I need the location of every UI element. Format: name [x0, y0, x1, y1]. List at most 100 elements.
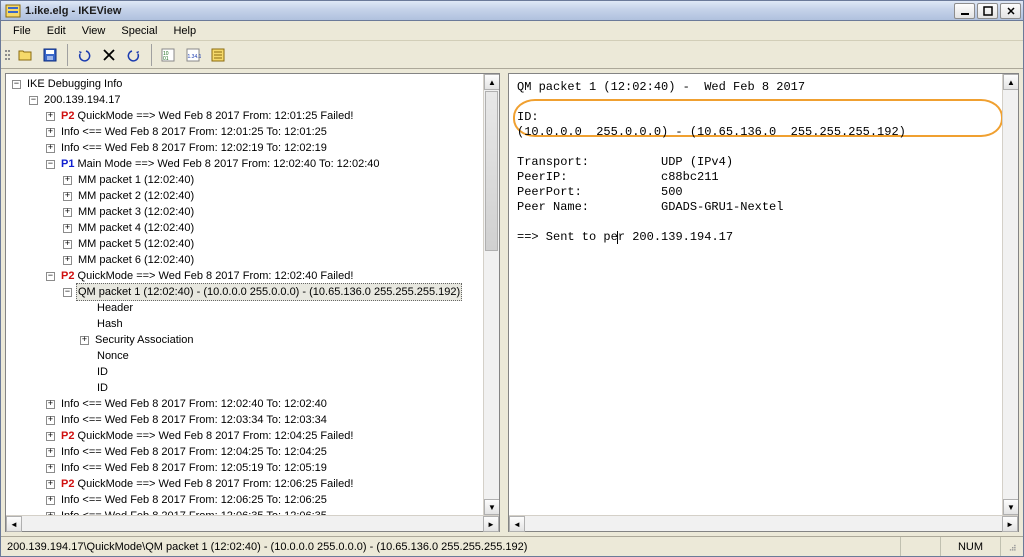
expand-icon[interactable]: +	[63, 208, 72, 217]
expand-icon[interactable]: +	[46, 144, 55, 153]
tree-item-label[interactable]: P1 Main Mode ==> Wed Feb 8 2017 From: 12…	[59, 156, 382, 172]
tree-item-label[interactable]: Security Association	[93, 332, 195, 348]
tree-item-label[interactable]: MM packet 1 (12:02:40)	[76, 172, 196, 188]
tree-row[interactable]: Nonce	[6, 348, 483, 364]
detail-scrollbar-horizontal[interactable]: ◄ ►	[509, 515, 1018, 531]
tree-row[interactable]: +Info <== Wed Feb 8 2017 From: 12:04:25 …	[6, 444, 483, 460]
scroll-right-button[interactable]: ►	[483, 516, 499, 532]
tree-row[interactable]: + MM packet 3 (12:02:40)	[6, 204, 483, 220]
tree-row[interactable]: −P1 Main Mode ==> Wed Feb 8 2017 From: 1…	[6, 156, 483, 172]
scroll-left-button[interactable]: ◄	[509, 516, 525, 532]
expand-icon[interactable]: +	[63, 192, 72, 201]
tree-item-label[interactable]: ID	[95, 380, 110, 396]
scroll-left-button[interactable]: ◄	[6, 516, 22, 532]
expand-icon[interactable]: +	[46, 112, 55, 121]
collapse-icon[interactable]: −	[12, 80, 21, 89]
expand-icon[interactable]: +	[46, 464, 55, 473]
tree-item-label[interactable]: Hash	[95, 316, 125, 332]
tree-item-label[interactable]: P2 QuickMode ==> Wed Feb 8 2017 From: 12…	[59, 108, 355, 124]
delete-button[interactable]	[97, 43, 121, 67]
detail-text[interactable]: QM packet 1 (12:02:40) - Wed Feb 8 2017 …	[509, 74, 1002, 251]
tree-item-label[interactable]: 200.139.194.17	[42, 92, 122, 108]
tree-row[interactable]: + P2 QuickMode ==> Wed Feb 8 2017 From: 1…	[6, 108, 483, 124]
tree-item-label[interactable]: IKE Debugging Info	[25, 76, 124, 92]
menu-special[interactable]: Special	[113, 23, 165, 39]
menu-help[interactable]: Help	[165, 23, 204, 39]
tree-row[interactable]: −IKE Debugging Info	[6, 76, 483, 92]
save-button[interactable]	[38, 43, 62, 67]
close-button[interactable]	[1000, 3, 1021, 19]
tree-row[interactable]: −200.139.194.17	[6, 92, 483, 108]
detail-scrollbar-vertical[interactable]: ▲ ▼	[1002, 74, 1018, 515]
tree-row[interactable]: + Info <== Wed Feb 8 2017 From: 12:02:19 …	[6, 140, 483, 156]
tree-row[interactable]: Header	[6, 300, 483, 316]
tree-item-label[interactable]: MM packet 4 (12:02:40)	[76, 220, 196, 236]
collapse-icon[interactable]: −	[46, 160, 55, 169]
tree-row[interactable]: +MM packet 4 (12:02:40)	[6, 220, 483, 236]
xml-view-button[interactable]: 1.34.1	[181, 43, 205, 67]
tree-view[interactable]: −IKE Debugging Info−200.139.194.17+P2 Qu…	[6, 74, 483, 515]
undo-button[interactable]	[72, 43, 96, 67]
tree-item-label[interactable]: MM packet 3 (12:02:40)	[76, 204, 196, 220]
list-view-button[interactable]	[206, 43, 230, 67]
tree-item-label[interactable]: MM packet 2 (12:02:40)	[76, 188, 196, 204]
tree-row[interactable]: + MM packet 5 (12:02:40)	[6, 236, 483, 252]
scrollbar-thumb[interactable]	[485, 91, 498, 251]
tree-item-label[interactable]: Info <== Wed Feb 8 2017 From: 12:06:25 T…	[59, 492, 329, 508]
tree-item-label[interactable]: Info <== Wed Feb 8 2017 From: 12:03:34 T…	[59, 412, 329, 428]
tree-scrollbar-horizontal[interactable]: ◄ ►	[6, 515, 499, 531]
tree-row[interactable]: ID	[6, 364, 483, 380]
tree-row[interactable]: ID	[6, 380, 483, 396]
tree-scrollbar-vertical[interactable]: ▲ ▼	[483, 74, 499, 515]
minimize-button[interactable]	[954, 3, 975, 19]
scroll-right-button[interactable]: ►	[1002, 516, 1018, 532]
tree-row[interactable]: + P2 QuickMode ==> Wed Feb 8 2017 From: 1…	[6, 476, 483, 492]
collapse-icon[interactable]: −	[29, 96, 38, 105]
expand-icon[interactable]: +	[63, 256, 72, 265]
tree-item-label[interactable]: P2 QuickMode ==> Wed Feb 8 2017 From: 12…	[59, 428, 355, 444]
tree-item-label[interactable]: Nonce	[95, 348, 131, 364]
tree-row[interactable]: + P2 QuickMode ==> Wed Feb 8 2017 From: 1…	[6, 428, 483, 444]
collapse-icon[interactable]: −	[46, 272, 55, 281]
tree-row[interactable]: +Info <== Wed Feb 8 2017 From: 12:06:25 …	[6, 492, 483, 508]
expand-icon[interactable]: +	[46, 400, 55, 409]
tree-row[interactable]: Hash	[6, 316, 483, 332]
tree-item-label[interactable]: Info <== Wed Feb 8 2017 From: 12:02:19 T…	[59, 140, 329, 156]
expand-icon[interactable]: +	[63, 240, 72, 249]
expand-icon[interactable]: +	[63, 176, 72, 185]
menu-file[interactable]: File	[5, 23, 39, 39]
tree-item-label[interactable]: Info <== Wed Feb 8 2017 From: 12:05:19 T…	[59, 460, 329, 476]
tree-item-label[interactable]: Info <== Wed Feb 8 2017 From: 12:02:40 T…	[59, 396, 329, 412]
tree-item-label[interactable]: MM packet 6 (12:02:40)	[76, 252, 196, 268]
tree-item-label[interactable]: P2 QuickMode ==> Wed Feb 8 2017 From: 12…	[59, 268, 355, 284]
expand-icon[interactable]: +	[46, 128, 55, 137]
menu-edit[interactable]: Edit	[39, 23, 74, 39]
tree-row[interactable]: + Info <== Wed Feb 8 2017 From: 12:01:25 …	[6, 124, 483, 140]
tree-item-label[interactable]: Info <== Wed Feb 8 2017 From: 12:06:35 T…	[59, 508, 329, 515]
expand-icon[interactable]: +	[46, 480, 55, 489]
tree-item-label[interactable]: ID	[95, 364, 110, 380]
menu-view[interactable]: View	[74, 23, 114, 39]
tree-row[interactable]: +Info <== Wed Feb 8 2017 From: 12:06:35 …	[6, 508, 483, 515]
tree-row[interactable]: −QM packet 1 (12:02:40) - (10.0.0.0 255.…	[6, 284, 483, 300]
tree-row[interactable]: +Security Association	[6, 332, 483, 348]
collapse-icon[interactable]: −	[63, 288, 72, 297]
tree-row[interactable]: + Info <== Wed Feb 8 2017 From: 12:03:34 …	[6, 412, 483, 428]
expand-icon[interactable]: +	[46, 432, 55, 441]
open-button[interactable]	[13, 43, 37, 67]
tree-item-label[interactable]: MM packet 5 (12:02:40)	[76, 236, 196, 252]
tree-row[interactable]: + MM packet 6 (12:02:40)	[6, 252, 483, 268]
tree-item-label[interactable]: P2 QuickMode ==> Wed Feb 8 2017 From: 12…	[59, 476, 355, 492]
toolbar-grip[interactable]	[5, 44, 11, 66]
expand-icon[interactable]: +	[46, 416, 55, 425]
tree-item-label[interactable]: QM packet 1 (12:02:40) - (10.0.0.0 255.0…	[76, 283, 462, 301]
tree-item-label[interactable]: Header	[95, 300, 135, 316]
tree-item-label[interactable]: Info <== Wed Feb 8 2017 From: 12:04:25 T…	[59, 444, 329, 460]
binary-view-button[interactable]: 1001	[156, 43, 180, 67]
redo-button[interactable]	[122, 43, 146, 67]
tree-row[interactable]: −P2 QuickMode ==> Wed Feb 8 2017 From: 1…	[6, 268, 483, 284]
tree-item-label[interactable]: Info <== Wed Feb 8 2017 From: 12:01:25 T…	[59, 124, 329, 140]
maximize-button[interactable]	[977, 3, 998, 19]
tree-row[interactable]: + Info <== Wed Feb 8 2017 From: 12:02:40 …	[6, 396, 483, 412]
tree-row[interactable]: + MM packet 1 (12:02:40)	[6, 172, 483, 188]
